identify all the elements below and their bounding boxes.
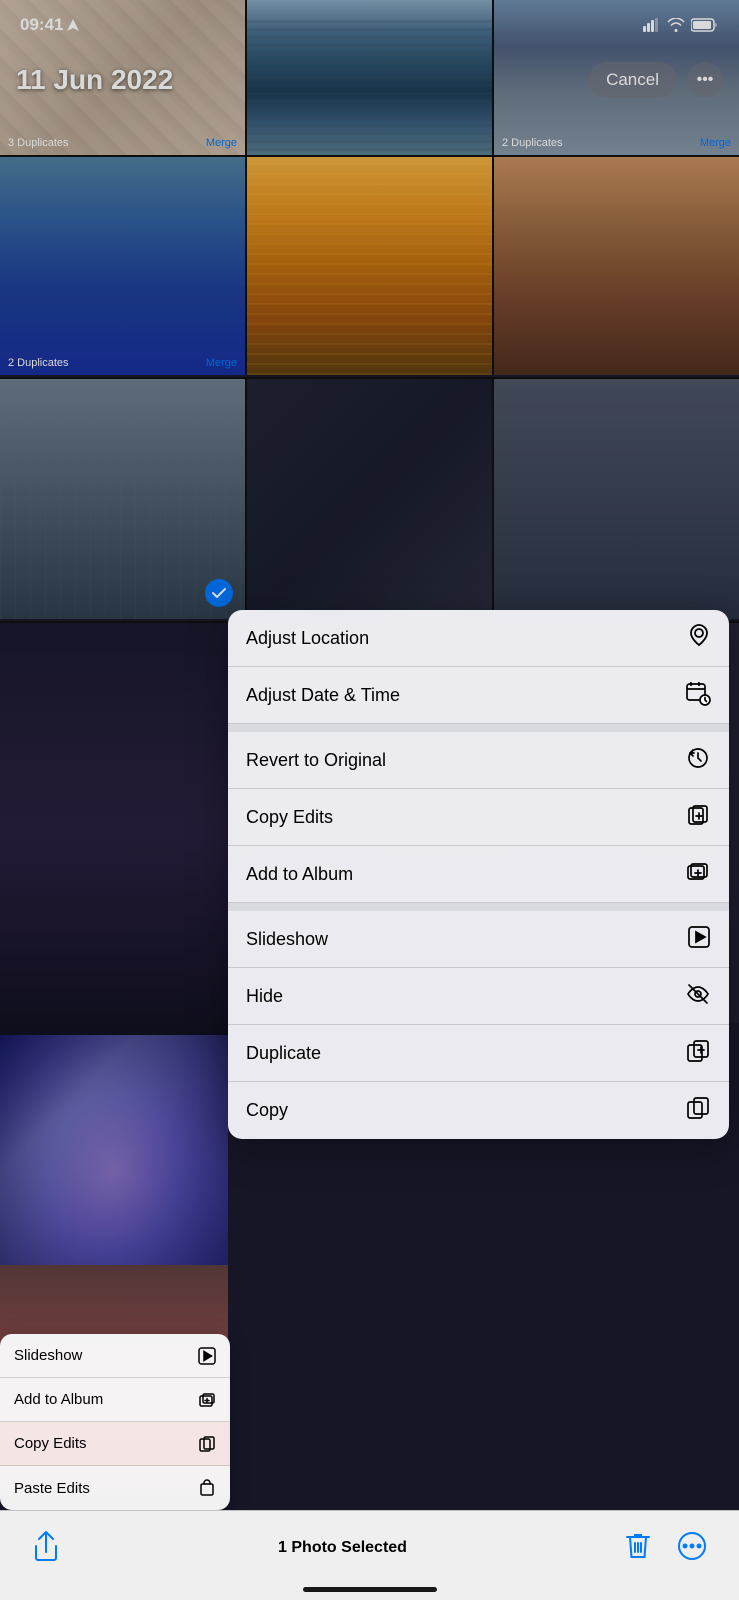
mini-copy-edits-icon (198, 1435, 216, 1453)
menu-label-adjust-location: Adjust Location (246, 628, 369, 649)
mini-context-menu: Slideshow Add to Album Copy Edits Paste … (0, 1334, 230, 1510)
delete-button[interactable] (621, 1527, 655, 1568)
play-icon (687, 925, 711, 954)
eye-slash-icon (685, 981, 711, 1012)
menu-item-adjust-location[interactable]: Adjust Location (228, 610, 729, 667)
home-indicator (303, 1587, 437, 1592)
menu-item-add-album[interactable]: Add to Album (228, 846, 729, 903)
toolbar-more-button[interactable] (673, 1527, 711, 1568)
menu-label-adjust-datetime: Adjust Date & Time (246, 685, 400, 706)
mini-play-icon (198, 1347, 216, 1365)
menu-item-copy-edits[interactable]: Copy Edits (228, 789, 729, 846)
location-icon (687, 623, 711, 653)
menu-label-add-album: Add to Album (246, 864, 353, 885)
menu-item-copy[interactable]: Copy (228, 1082, 729, 1139)
mini-menu-label-paste-edits: Paste Edits (14, 1480, 90, 1497)
photo-selected-text: 1 Photo Selected (278, 1539, 407, 1557)
copy-edits-icon (685, 802, 711, 833)
menu-label-revert: Revert to Original (246, 750, 386, 771)
duplicate-icon (685, 1038, 711, 1069)
mini-menu-item-slideshow[interactable]: Slideshow (0, 1334, 230, 1378)
menu-item-hide[interactable]: Hide (228, 968, 729, 1025)
copy-icon (685, 1095, 711, 1126)
mini-menu-label-add-album: Add to Album (14, 1391, 103, 1408)
menu-label-hide: Hide (246, 986, 283, 1007)
mini-menu-label-slideshow: Slideshow (14, 1347, 82, 1364)
ellipsis-circle-icon (677, 1531, 707, 1561)
menu-label-copy-edits: Copy Edits (246, 807, 333, 828)
mini-menu-item-add-album[interactable]: Add to Album (0, 1378, 230, 1422)
share-icon (32, 1530, 60, 1562)
mini-paste-edits-icon (198, 1479, 216, 1497)
calendar-clock-icon (685, 680, 711, 711)
share-button[interactable] (28, 1526, 64, 1569)
add-album-icon (685, 859, 711, 890)
menu-section-divider-1 (228, 724, 729, 732)
menu-label-duplicate: Duplicate (246, 1043, 321, 1064)
context-menu: Adjust Location Adjust Date & Time Rever… (228, 610, 729, 1139)
trash-icon (625, 1531, 651, 1561)
menu-item-duplicate[interactable]: Duplicate (228, 1025, 729, 1082)
mini-add-album-icon (198, 1391, 216, 1409)
mini-menu-label-copy-edits: Copy Edits (14, 1435, 87, 1452)
menu-label-slideshow: Slideshow (246, 929, 328, 950)
mini-menu-item-paste-edits[interactable]: Paste Edits (0, 1466, 230, 1510)
menu-item-slideshow[interactable]: Slideshow (228, 911, 729, 968)
menu-label-copy: Copy (246, 1100, 288, 1121)
menu-section-divider-2 (228, 903, 729, 911)
mini-menu-item-copy-edits[interactable]: Copy Edits (0, 1422, 230, 1466)
revert-icon (685, 745, 711, 776)
menu-item-adjust-datetime[interactable]: Adjust Date & Time (228, 667, 729, 724)
menu-item-revert[interactable]: Revert to Original (228, 732, 729, 789)
